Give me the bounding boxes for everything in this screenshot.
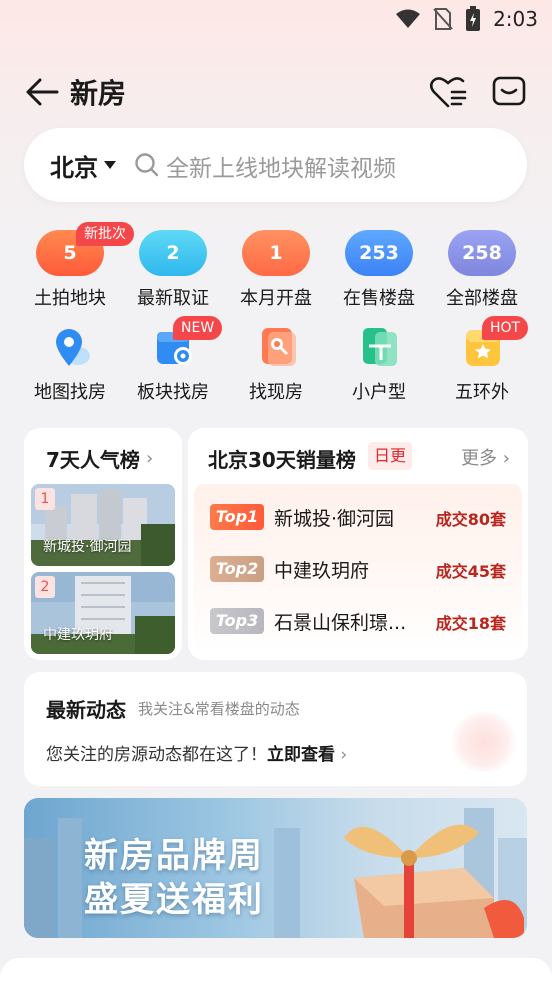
quick-label: 本月开盘 <box>240 288 312 309</box>
tool-label: 找现房 <box>249 382 303 403</box>
count-pill: 258 <box>448 230 516 276</box>
chevron-right-icon[interactable]: › <box>146 448 153 469</box>
banner-title-line1: 新房品牌周 <box>84 836 264 876</box>
news-subtitle: 我关注&常看楼盘的动态 <box>138 700 300 718</box>
popular-title: 7天人气榜 <box>46 448 140 472</box>
hot-badge: HOT <box>482 316 529 340</box>
item-name: 中建玖玥府 <box>43 627 113 643</box>
battery-icon <box>466 6 481 31</box>
latest-news-card[interactable]: 最新动态 我关注&常看楼盘的动态 您关注的房源动态都在这了！立即查看 › <box>24 672 527 786</box>
status-bar: 2:03 <box>0 0 552 40</box>
sales-deal: 成交18套 <box>435 614 506 633</box>
floorplan-icon <box>363 328 397 366</box>
search-input[interactable]: 全新上线地块解读视频 <box>166 149 396 183</box>
quick-label: 最新取证 <box>137 288 209 309</box>
sales-name: 中建玖玥府 <box>274 560 370 582</box>
view-now-link[interactable]: 立即查看 <box>267 745 335 765</box>
sales-row-3[interactable]: Top3 石景山保利璟... 成交18套 <box>194 596 522 648</box>
tool-district-search[interactable]: 板块找房 NEW <box>121 316 225 404</box>
chevron-down-icon[interactable] <box>104 161 116 169</box>
search-house-icon <box>262 328 296 366</box>
city-selector[interactable]: 北京 <box>50 148 98 183</box>
no-sim-icon <box>433 8 453 30</box>
rank-badge: 2 <box>35 576 55 598</box>
header: 新房 <box>0 70 552 116</box>
clock: 2:03 <box>493 7 538 31</box>
sales-name: 石景山保利璟... <box>274 612 407 634</box>
message-icon[interactable] <box>490 74 528 110</box>
count-pill: 1 <box>242 230 310 276</box>
sales-deal: 成交45套 <box>435 562 506 581</box>
more-link[interactable]: 更多 › <box>461 444 510 470</box>
quick-item-all[interactable]: 258 全部楼盘 <box>430 230 534 310</box>
bottom-sheet <box>0 958 552 981</box>
tool-outer-ring[interactable]: 五环外 HOT <box>430 316 534 404</box>
status-icons: 2:03 <box>395 6 538 32</box>
tool-small-unit[interactable]: 小户型 <box>327 326 431 404</box>
chevron-right-icon: › <box>340 745 348 765</box>
sales-ranking-card[interactable]: 北京30天销量榜 日更 更多 › Top1 新城投·御河园 成交80套 Top2… <box>188 428 528 660</box>
sales-row-2[interactable]: Top2 中建玖玥府 成交45套 <box>194 544 522 596</box>
back-arrow-icon[interactable] <box>24 76 60 108</box>
quick-item-on-sale[interactable]: 253 在售楼盘 <box>327 230 431 310</box>
quick-label: 全部楼盘 <box>446 288 518 309</box>
sales-list: Top1 新城投·御河园 成交80套 Top2 中建玖玥府 成交45套 Top3… <box>194 484 522 654</box>
quick-label: 土拍地块 <box>34 288 106 309</box>
wifi-icon <box>396 9 421 28</box>
sales-deal: 成交80套 <box>435 510 506 529</box>
news-text: 您关注的房源动态都在这了！ <box>46 745 267 765</box>
decorative-blob <box>449 712 519 772</box>
page-title: 新房 <box>70 77 127 110</box>
map-pin-icon <box>56 329 90 366</box>
chevron-right-icon: › <box>502 448 510 469</box>
search-bar[interactable]: 北京 全新上线地块解读视频 <box>24 128 527 202</box>
count-pill: 253 <box>345 230 413 276</box>
top-badge: Top2 <box>210 556 264 582</box>
popular-item-2[interactable]: 2 中建玖玥府 <box>31 572 175 654</box>
sales-name: 新城投·御河园 <box>274 508 395 530</box>
top-badge: Top1 <box>210 504 264 530</box>
item-name: 新城投·御河园 <box>43 539 132 555</box>
tool-ready-house[interactable]: 找现房 <box>224 326 328 404</box>
quick-label: 在售楼盘 <box>343 288 415 309</box>
news-title: 最新动态 <box>46 698 126 722</box>
quick-item-permit[interactable]: 2 最新取证 <box>121 230 225 310</box>
popular-item-1[interactable]: 1 新城投·御河园 <box>31 484 175 566</box>
count-pill: 2 <box>139 230 207 276</box>
tool-label: 五环外 <box>455 382 509 403</box>
tool-label: 板块找房 <box>137 382 209 403</box>
tool-label: 地图找房 <box>34 382 106 403</box>
quick-item-land[interactable]: 5 土拍地块 新批次 <box>18 222 134 310</box>
new-badge: NEW <box>173 316 223 340</box>
sales-row-1[interactable]: Top1 新城投·御河园 成交80套 <box>194 492 522 544</box>
quick-item-opening[interactable]: 1 本月开盘 <box>224 230 328 310</box>
popular-ranking-card[interactable]: 7天人气榜 › 1 新城投·御河园 2 中建玖玥府 <box>24 428 182 660</box>
top-badge: Top3 <box>210 608 264 634</box>
tool-map-search[interactable]: 地图找房 <box>18 326 122 404</box>
rank-badge: 1 <box>35 488 55 510</box>
banner-title-line2: 盛夏送福利 <box>84 880 264 920</box>
promo-banner[interactable]: 新房品牌周 盛夏送福利 <box>24 798 527 938</box>
favorite-list-icon[interactable] <box>428 74 468 110</box>
search-icon <box>135 153 159 177</box>
sales-title: 北京30天销量榜 <box>208 448 356 472</box>
tool-label: 小户型 <box>352 382 406 403</box>
daily-update-tag: 日更 <box>368 442 413 470</box>
news-message: 您关注的房源动态都在这了！立即查看 › <box>46 740 347 765</box>
more-label: 更多 <box>461 448 498 469</box>
